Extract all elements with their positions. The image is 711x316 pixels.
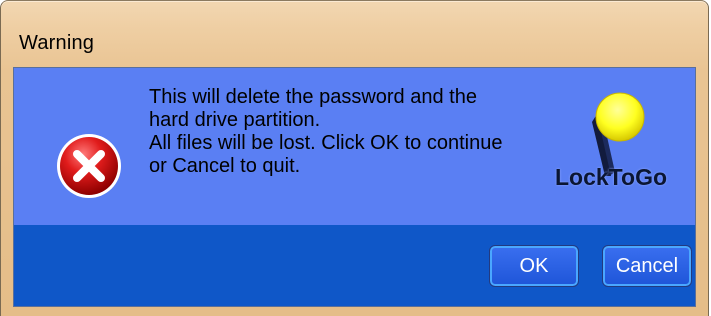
message-line: This will delete the password and the	[149, 86, 477, 108]
title-bar[interactable]: Warning	[1, 1, 708, 67]
message-line: All files will be lost. Click OK to cont…	[149, 132, 503, 154]
warning-dialog-window: Warning This will delete the password an…	[0, 0, 709, 316]
window-title: Warning	[19, 32, 95, 54]
message-line: or Cancel to quit.	[149, 155, 301, 177]
cancel-button[interactable]: Cancel	[602, 245, 692, 287]
locktogo-logo: LockToGo	[537, 80, 687, 215]
message-line: hard drive partition.	[149, 109, 321, 131]
button-panel	[14, 225, 695, 306]
dialog-message: This will delete the password and the ha…	[149, 86, 539, 178]
error-x-icon	[57, 134, 121, 198]
message-panel: This will delete the password and the ha…	[14, 68, 695, 225]
ok-button[interactable]: OK	[489, 245, 579, 287]
logo-text: LockToGo	[555, 164, 668, 190]
dialog-content: This will delete the password and the ha…	[13, 67, 696, 307]
key-ball-icon	[592, 92, 645, 176]
